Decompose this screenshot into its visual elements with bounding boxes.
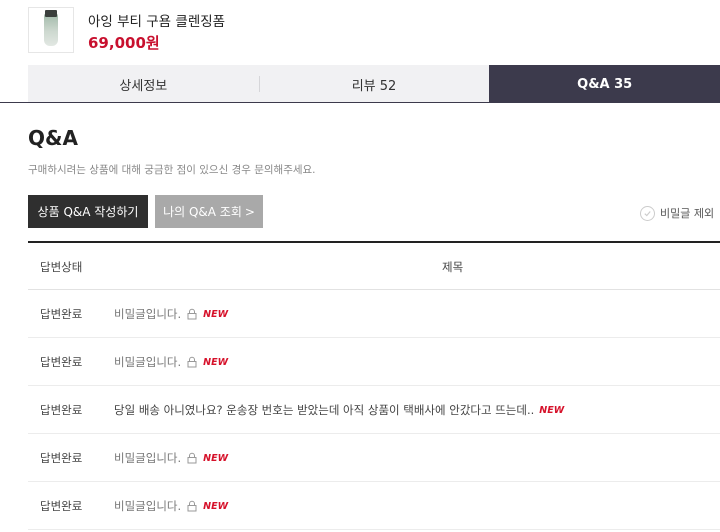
row-title-wrap: 비밀글입니다. NEW <box>114 306 228 322</box>
new-badge: NEW <box>203 356 229 368</box>
table-row[interactable]: 답변완료 비밀글입니다. NEW <box>28 338 720 386</box>
answer-status: 답변완료 <box>40 499 83 513</box>
tabs-bottom-divider <box>0 102 720 103</box>
new-badge: NEW <box>203 308 229 320</box>
exclude-secret-toggle[interactable]: 비밀글 제외 <box>640 205 714 221</box>
check-circle-icon <box>640 205 655 221</box>
lock-icon <box>186 500 198 512</box>
my-qna-button-label: 나의 Q&A 조회 <box>163 205 242 219</box>
product-tabs: 상세정보 리뷰 52 Q&A 35 <box>28 65 720 103</box>
table-row[interactable]: 답변완료 비밀글입니다. NEW <box>28 482 720 530</box>
my-qna-button[interactable]: 나의 Q&A 조회 > <box>155 195 263 228</box>
tab-detail-info[interactable]: 상세정보 <box>28 65 259 103</box>
new-badge: NEW <box>539 404 565 416</box>
answer-status: 답변완료 <box>40 403 83 417</box>
table-row[interactable]: 답변완료 비밀글입니다. NEW <box>28 434 720 482</box>
row-title: 비밀글입니다. <box>114 451 182 465</box>
lock-icon <box>186 452 198 464</box>
row-title: 비밀글입니다. <box>114 307 182 321</box>
header-title: 제목 <box>442 260 464 274</box>
table-row[interactable]: 답변완료 당일 배송 아니였나요? 운송장 번호는 받았는데 아직 상품이 택배… <box>28 386 720 434</box>
product-name: 아잉 부티 구욤 클렌징폼 <box>88 14 226 30</box>
qna-description: 구매하시려는 상품에 대해 궁금한 점이 있으신 경우 문의해주세요. <box>28 164 316 176</box>
new-badge: NEW <box>203 500 229 512</box>
answer-status: 답변완료 <box>40 307 83 321</box>
lock-icon <box>186 356 198 368</box>
tab-reviews[interactable]: 리뷰 52 <box>258 65 490 103</box>
answer-status: 답변완료 <box>40 355 83 369</box>
row-title: 비밀글입니다. <box>114 355 182 369</box>
product-summary-bar: 아잉 부티 구욤 클렌징폼 69,000원 <box>0 0 720 64</box>
tube-cap-image <box>45 10 57 17</box>
exclude-secret-label: 비밀글 제외 <box>660 207 715 220</box>
header-answer-status: 답변상태 <box>40 260 83 274</box>
product-price: 69,000원 <box>88 34 160 52</box>
answer-status: 답변완료 <box>40 451 83 465</box>
row-title-wrap: 비밀글입니다. NEW <box>114 498 228 514</box>
cleansing-foam-tube-image <box>44 13 58 46</box>
tab-qna[interactable]: Q&A 35 <box>489 65 720 103</box>
row-title-wrap: 비밀글입니다. NEW <box>114 354 228 370</box>
chevron-right-icon: > <box>244 204 255 219</box>
row-title-wrap: 당일 배송 아니였나요? 운송장 번호는 받았는데 아직 상품이 택배사에 안갔… <box>114 402 564 418</box>
new-badge: NEW <box>203 452 229 464</box>
row-title: 비밀글입니다. <box>114 499 182 513</box>
qna-table-header: 답변상태 제목 <box>28 243 720 290</box>
row-title: 당일 배송 아니였나요? 운송장 번호는 받았는데 아직 상품이 택배사에 안갔… <box>114 403 535 417</box>
lock-icon <box>186 308 198 320</box>
row-title-wrap: 비밀글입니다. NEW <box>114 450 228 466</box>
write-qna-button[interactable]: 상품 Q&A 작성하기 <box>28 195 148 228</box>
table-row[interactable]: 답변완료 비밀글입니다. NEW <box>28 290 720 338</box>
product-thumbnail[interactable] <box>28 7 74 53</box>
qna-section-title: Q&A <box>28 126 78 150</box>
